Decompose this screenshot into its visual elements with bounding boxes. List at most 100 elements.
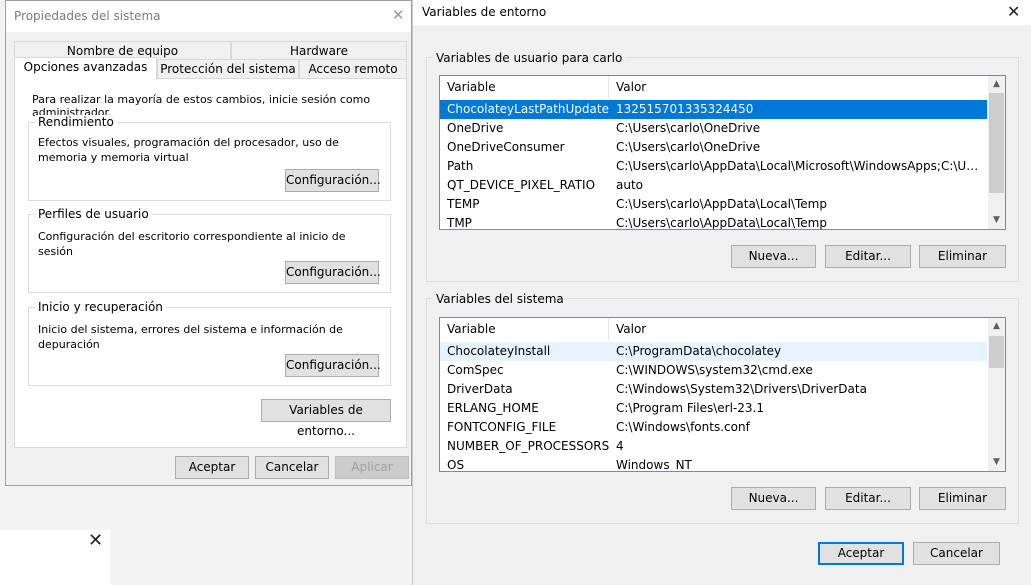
system-properties-titlebar: Propiedades del sistema ✕ <box>6 1 411 32</box>
group-title: Inicio y recuperación <box>35 300 166 314</box>
user-variables-group: Variables de usuario para carlo Variable… <box>426 51 1019 282</box>
tab-label: Protección del sistema <box>160 62 296 76</box>
table-row[interactable]: OS Windows_NT <box>440 456 987 472</box>
table-row[interactable]: Path C:\Users\carlo\AppData\Local\Micros… <box>440 157 987 176</box>
rendimiento-config-button[interactable]: Configuración... <box>285 169 381 192</box>
variable-name: NUMBER_OF_PROCESSORS <box>447 439 610 453</box>
variable-name: ComSpec <box>447 363 504 377</box>
window-title: Variables de entorno <box>422 5 547 19</box>
scrollbar-thumb[interactable] <box>989 336 1004 368</box>
variable-value: C:\ProgramData\chocolatey <box>616 344 782 358</box>
background-close-icon[interactable]: ✕ <box>88 531 106 551</box>
chevron-up-icon[interactable]: ▲ <box>988 76 1005 93</box>
variable-value: C:\Users\carlo\OneDrive <box>616 121 761 135</box>
variable-value: C:\Windows\fonts.conf <box>616 420 750 434</box>
group-title: Rendimiento <box>35 115 117 129</box>
variable-name: ChocolateyInstall <box>447 344 551 358</box>
table-row[interactable]: TMP C:\Users\carlo\AppData\Local\Temp <box>440 214 987 230</box>
environment-variables-window: Variables de entorno ✕ Variables de usua… <box>412 0 1031 585</box>
close-icon[interactable]: ✕ <box>392 6 405 24</box>
chevron-up-icon[interactable]: ▲ <box>988 318 1005 335</box>
column-header-variable[interactable]: Variable <box>440 318 609 340</box>
group-title: Perfiles de usuario <box>35 207 152 221</box>
tab-panel: Para realizar la mayoría de estos cambio… <box>14 78 407 448</box>
tab-protección-sistema[interactable]: Protección del sistema <box>157 59 299 80</box>
env-ok-button[interactable]: Aceptar <box>818 542 904 565</box>
variable-name: TMP <box>447 216 472 230</box>
variable-value: C:\WINDOWS\system32\cmd.exe <box>616 363 813 377</box>
table-row[interactable]: FONTCONFIG_FILE C:\Windows\fonts.conf <box>440 418 987 437</box>
button-label: Aplicar <box>351 460 393 474</box>
table-row[interactable]: NUMBER_OF_PROCESSORS 4 <box>440 437 987 456</box>
system-edit-button[interactable]: Editar... <box>825 487 911 510</box>
close-icon[interactable]: ✕ <box>1007 2 1020 21</box>
table-row[interactable]: QT_DEVICE_PIXEL_RATIO auto <box>440 176 987 195</box>
button-label: Aceptar <box>837 546 885 560</box>
list-header: Variable Valor <box>440 76 987 98</box>
group-title: Variables del sistema <box>433 292 567 306</box>
user-variables-list[interactable]: Variable Valor ChocolateyLastPathUpdate … <box>439 75 1006 230</box>
scrollbar-thumb[interactable] <box>989 93 1004 193</box>
button-label: Nueva... <box>748 491 799 505</box>
table-row[interactable]: TEMP C:\Users\carlo\AppData\Local\Temp <box>440 195 987 214</box>
user-new-button[interactable]: Nueva... <box>731 245 816 268</box>
env-cancel-button[interactable]: Cancelar <box>913 542 1000 565</box>
perfiles-usuario-group: Perfiles de usuario Configuración del es… <box>28 207 391 293</box>
vertical-scrollbar[interactable]: ▲ ▼ <box>988 318 1005 471</box>
variable-name: ChocolateyLastPathUpdate <box>447 102 609 116</box>
system-new-button[interactable]: Nueva... <box>731 487 816 510</box>
button-label: Configuración... <box>286 173 381 187</box>
user-edit-button[interactable]: Editar... <box>825 245 911 268</box>
variable-name: TEMP <box>447 197 480 211</box>
table-row[interactable]: OneDriveConsumer C:\Users\carlo\OneDrive <box>440 138 987 157</box>
variable-value: C:\Windows\System32\Drivers\DriverData <box>616 382 867 396</box>
chevron-down-icon[interactable]: ▼ <box>988 454 1005 471</box>
variables-entorno-button[interactable]: Variables de entorno... <box>261 399 391 438</box>
button-label: Cancelar <box>265 460 319 474</box>
column-header-variable[interactable]: Variable <box>440 76 609 98</box>
table-row[interactable]: OneDrive C:\Users\carlo\OneDrive <box>440 119 987 138</box>
table-row[interactable]: ERLANG_HOME C:\Program Files\erl-23.1 <box>440 399 987 418</box>
button-label: Configuración... <box>286 358 381 372</box>
table-row[interactable]: DriverData C:\Windows\System32\Drivers\D… <box>440 380 987 399</box>
chevron-down-icon[interactable]: ▼ <box>988 212 1005 229</box>
table-row[interactable]: ChocolateyInstall C:\ProgramData\chocola… <box>440 342 987 361</box>
rendimiento-group: Rendimiento Efectos visuales, programaci… <box>28 115 391 201</box>
button-label: Configuración... <box>286 265 381 279</box>
variable-name: OneDrive <box>447 121 504 135</box>
perfiles-config-button[interactable]: Configuración... <box>285 261 381 284</box>
variable-value: C:\Program Files\erl-23.1 <box>616 401 764 415</box>
system-delete-button[interactable]: Eliminar <box>919 487 1006 510</box>
button-label: Editar... <box>845 249 891 263</box>
tab-acceso-remoto[interactable]: Acceso remoto <box>299 59 407 80</box>
tab-opciones-avanzadas[interactable]: Opciones avanzadas <box>14 57 157 80</box>
table-row[interactable]: ComSpec C:\WINDOWS\system32\cmd.exe <box>440 361 987 380</box>
button-label: Eliminar <box>937 249 988 263</box>
system-variables-group: Variables del sistema Variable Valor Cho… <box>426 292 1019 524</box>
variable-name: FONTCONFIG_FILE <box>447 420 557 434</box>
tab-label: Nombre de equipo <box>66 44 179 58</box>
table-row[interactable]: ChocolateyLastPathUpdate 132515701335324… <box>440 100 987 119</box>
group-description: Inicio del sistema, errores del sistema … <box>38 323 343 351</box>
ok-button[interactable]: Aceptar <box>175 456 249 479</box>
user-delete-button[interactable]: Eliminar <box>919 245 1006 268</box>
tab-label: Opciones avanzadas <box>23 60 148 74</box>
inicio-recuperacion-group: Inicio y recuperación Inicio del sistema… <box>28 300 391 386</box>
cancel-button[interactable]: Cancelar <box>255 456 329 479</box>
variable-value: Windows_NT <box>616 458 692 472</box>
variable-value: C:\Users\carlo\OneDrive <box>616 140 761 154</box>
group-title: Variables de usuario para carlo <box>433 51 626 65</box>
variable-value: C:\Users\carlo\AppData\Local\Temp <box>616 197 827 211</box>
column-header-value[interactable]: Valor <box>609 76 987 98</box>
variable-name: QT_DEVICE_PIXEL_RATIO <box>447 178 596 192</box>
variable-name: Path <box>447 159 474 173</box>
inicio-config-button[interactable]: Configuración... <box>285 354 381 377</box>
variable-value: 4 <box>616 439 624 453</box>
apply-button: Aplicar <box>335 456 409 479</box>
system-variables-list[interactable]: Variable Valor ChocolateyInstall C:\Prog… <box>439 317 1006 472</box>
variable-value: auto <box>616 178 644 192</box>
variable-value: 132515701335324450 <box>616 102 754 116</box>
vertical-scrollbar[interactable]: ▲ ▼ <box>988 76 1005 229</box>
column-header-value[interactable]: Valor <box>609 318 987 340</box>
button-label: Aceptar <box>188 460 236 474</box>
